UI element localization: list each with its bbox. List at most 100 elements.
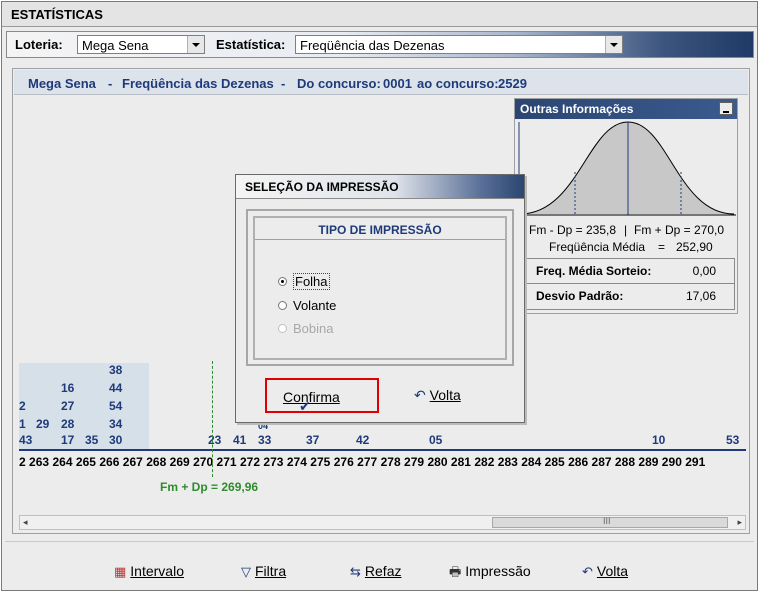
report-to-label: ao concurso: — [417, 76, 499, 91]
freq-media-label: Freqüência Média — [549, 240, 646, 254]
radio-selected-icon[interactable] — [278, 277, 287, 286]
loteria-select[interactable]: Mega Sena — [77, 35, 205, 54]
chart-value: 44 — [109, 381, 123, 395]
chart-value: 33 — [258, 433, 272, 447]
chart-value: 42 — [356, 433, 370, 447]
confirm-label: Confirma — [283, 389, 340, 405]
report-from-value: 0001 — [383, 76, 412, 91]
divider: | — [624, 223, 628, 237]
report-header: Mega Sena - Freqüência das Dezenas - Do … — [14, 70, 748, 95]
report-estatistica: Freqüência das Dezenas — [122, 76, 274, 91]
fm-plus-dp: Fm + Dp = 270,0 — [634, 223, 725, 237]
estatistica-select[interactable]: Freqüência das Dezenas — [295, 35, 623, 54]
chart-value: 29 — [36, 417, 50, 431]
chart-axis-line — [19, 449, 746, 451]
print-type-header: TIPO DE IMPRESSÃO — [255, 218, 505, 240]
loteria-select-value: Mega Sena — [82, 38, 149, 53]
chevron-down-icon[interactable] — [605, 36, 622, 53]
filter-icon: ▽ — [241, 564, 251, 579]
report-from-label: Do concurso: — [297, 76, 381, 91]
chart-axis-labels: 2 263 264 265 266 267 268 269 270 271 27… — [19, 455, 706, 469]
dialog-title: SELEÇÃO DA IMPRESSÃO — [245, 180, 399, 194]
dialog-back-button[interactable]: ↶ Volta — [414, 387, 461, 404]
check-icon: ✔ — [299, 398, 311, 414]
scroll-left-icon[interactable]: ◂ — [23, 517, 28, 528]
chart-value: 27 — [61, 399, 75, 413]
freq-media-sorteio-value: 0,00 — [692, 264, 716, 278]
calendar-icon: ▦ — [114, 564, 127, 579]
window-titlebar: ESTATÍSTICAS — [2, 2, 757, 27]
undo-icon: ↶ — [582, 564, 593, 579]
report-loteria: Mega Sena — [28, 76, 96, 91]
chart-value: 38 — [109, 363, 123, 377]
outras-informacoes-header: Outras Informações — [515, 99, 737, 119]
chart-value: 30 — [109, 433, 123, 447]
freq-media-value: 252,90 — [676, 240, 713, 254]
fm-dp-label: Fm + Dp = 269,96 — [160, 480, 259, 494]
chart-value: 43 — [19, 433, 33, 447]
print-selection-dialog: SELEÇÃO DA IMPRESSÃO TIPO DE IMPRESSÃO F… — [235, 174, 525, 423]
radio-volante-label: Volante — [293, 298, 337, 313]
filtra-button[interactable]: ▽ Filtra — [241, 563, 286, 580]
scrollbar-thumb[interactable]: III — [492, 516, 728, 528]
filtra-label: Filtra — [255, 563, 287, 579]
stat-row: Desvio Padrão: 17,06 — [523, 284, 734, 309]
estatistica-select-value: Freqüência das Dezenas — [300, 38, 445, 53]
selector-bar: Loteria: Mega Sena Estatística: Freqüênc… — [6, 31, 754, 58]
chart-value: 28 — [61, 417, 75, 431]
horizontal-scrollbar[interactable]: ◂ III ▸ — [19, 515, 746, 530]
outras-informacoes-panel: Outras Informações Fm - Dp = 235,8 | Fm … — [514, 98, 738, 314]
chart-value: 2 — [19, 399, 26, 413]
print-type-group: TIPO DE IMPRESSÃO Folha Volante Bobina — [253, 216, 507, 360]
chart-value: 35 — [85, 433, 99, 447]
confirm-button[interactable]: ✔ Confirma — [265, 378, 379, 414]
bottom-toolbar: ▦ Intervalo ▽ Filtra ⇆ Refaz 🖶 Impressão ↶ Vo… — [5, 541, 754, 589]
chart-value: 53 — [726, 433, 740, 447]
radio-volante[interactable]: Volante — [278, 298, 336, 313]
print-type-title: TIPO DE IMPRESSÃO — [318, 223, 442, 237]
chart-value: 34 — [109, 417, 123, 431]
scroll-right-icon[interactable]: ▸ — [737, 517, 742, 528]
normal-distribution-curve — [518, 121, 736, 216]
intervalo-label: Intervalo — [130, 563, 184, 579]
chevron-down-icon[interactable] — [187, 36, 204, 53]
statistics-window: ESTATÍSTICAS Loteria: Mega Sena Estatíst… — [1, 1, 758, 591]
minimize-icon — [723, 111, 729, 113]
fm-minus-dp: Fm - Dp = 235,8 — [529, 223, 617, 237]
report-to-value: 2529 — [498, 76, 527, 91]
print-type-group-frame: TIPO DE IMPRESSÃO Folha Volante Bobina — [246, 209, 514, 366]
freq-media-sorteio-label: Freq. Média Sorteio: — [536, 264, 652, 278]
impressao-button[interactable]: 🖶 Impressão — [449, 563, 531, 585]
refaz-button[interactable]: ⇆ Refaz — [350, 563, 401, 580]
intervalo-button[interactable]: ▦ Intervalo — [114, 563, 184, 580]
window-title: ESTATÍSTICAS — [11, 7, 103, 22]
freq-media-eq: = — [658, 240, 666, 254]
report-sep: - — [108, 76, 113, 91]
volta-button[interactable]: ↶ Volta — [582, 563, 628, 580]
stats-box: Freq. Média Sorteio: 0,00 Desvio Padrão:… — [522, 258, 735, 310]
dialog-back-label: Volta — [429, 387, 461, 403]
chart-highlight-area — [19, 363, 149, 449]
radio-bobina-label: Bobina — [293, 321, 334, 336]
radio-folha[interactable]: Folha — [278, 273, 330, 290]
chart-value: 23 — [208, 433, 222, 447]
chart-value: 05 — [429, 433, 443, 447]
chart-value: 1 — [19, 417, 26, 431]
undo-icon: ↶ — [414, 387, 426, 403]
chart-value: 54 — [109, 399, 123, 413]
minimize-button[interactable] — [719, 102, 733, 115]
radio-icon[interactable] — [278, 301, 287, 310]
stat-row: Freq. Média Sorteio: 0,00 — [523, 259, 734, 284]
report-sep: - — [281, 76, 286, 91]
volta-label: Volta — [596, 563, 629, 579]
estatistica-label: Estatística: — [216, 37, 286, 52]
desvio-padrao-label: Desvio Padrão: — [536, 289, 624, 303]
chart-value: 16 — [61, 381, 75, 395]
grip-icon: III — [603, 516, 611, 526]
dialog-titlebar: SELEÇÃO DA IMPRESSÃO — [236, 175, 524, 199]
radio-bobina: Bobina — [278, 321, 333, 336]
printer-icon: 🖶 — [449, 564, 462, 579]
redo-icon: ⇆ — [350, 564, 361, 579]
desvio-padrao-value: 17,06 — [685, 289, 716, 303]
chart-value: 17 — [61, 433, 75, 447]
